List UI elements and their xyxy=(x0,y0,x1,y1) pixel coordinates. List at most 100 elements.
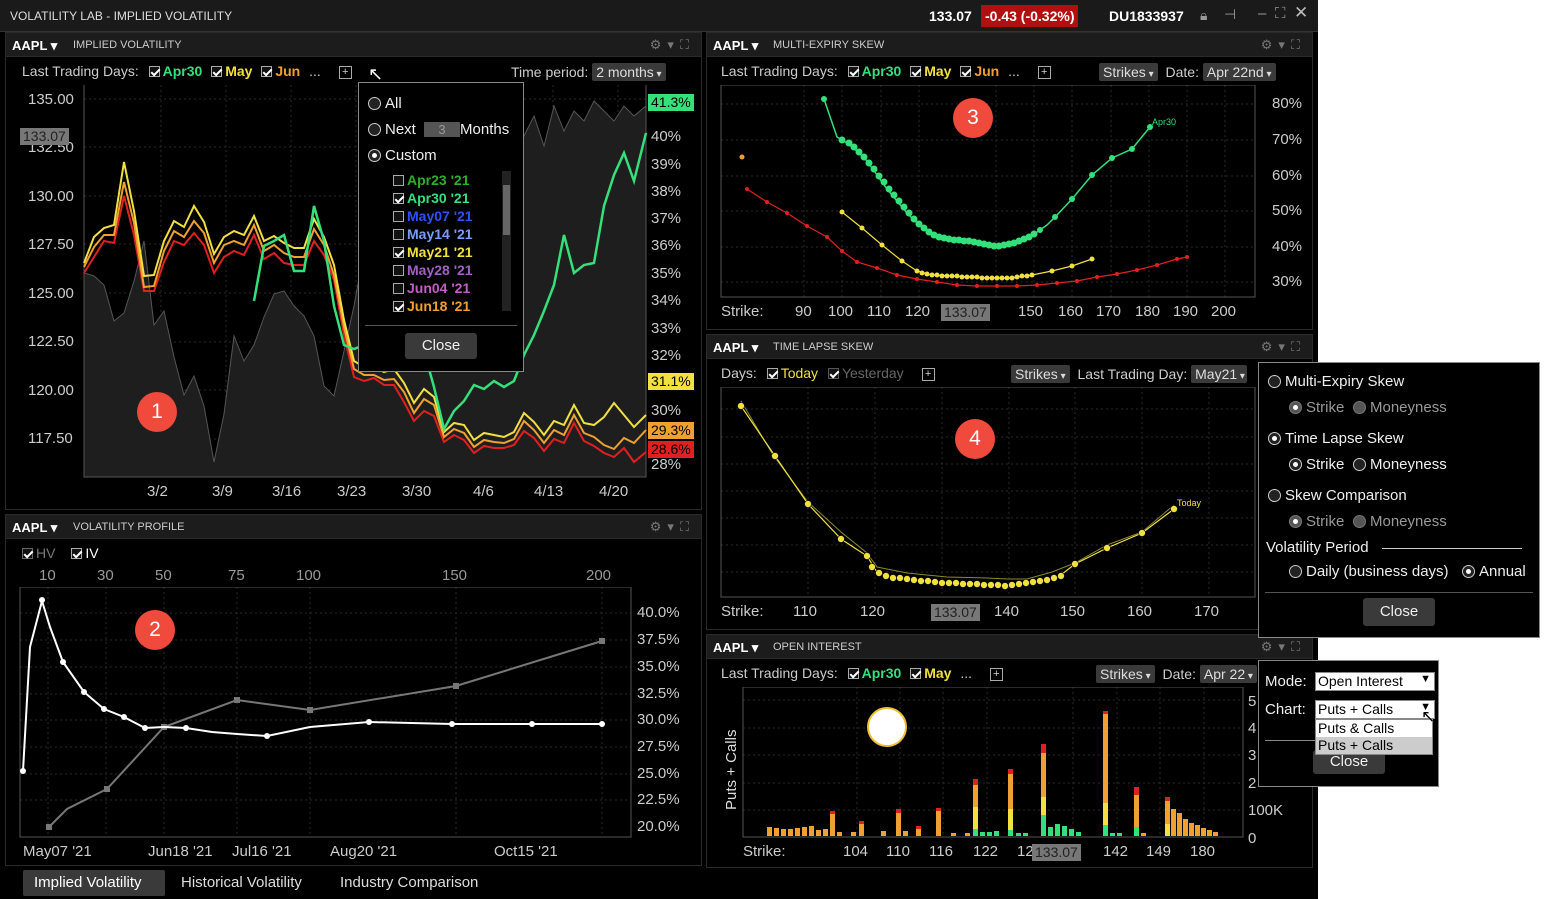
x-axis-tick: 180 xyxy=(1190,843,1216,860)
checkbox[interactable] xyxy=(148,66,160,77)
daily-option[interactable]: Daily (business days) xyxy=(1289,563,1449,580)
expiry-apr30[interactable]: Apr30 xyxy=(148,63,202,79)
option-multi-expiry-skew[interactable]: Multi-Expiry Skew xyxy=(1268,373,1404,390)
checkbox[interactable] xyxy=(211,66,223,77)
radio[interactable] xyxy=(368,123,381,136)
symbol-selector[interactable]: AAPL ▾ xyxy=(713,640,758,656)
tab-historical-volatility[interactable]: Historical Volatility xyxy=(181,874,302,891)
right-axis-tick: 4 xyxy=(1248,720,1257,737)
pin-icon[interactable]: ⊣ xyxy=(1224,6,1236,23)
open-interest-chart[interactable] xyxy=(707,687,1314,839)
top-axis-tick: 50 xyxy=(155,567,172,584)
panel-controls[interactable]: ⚙▾⛶ xyxy=(1261,639,1306,655)
expiry-jun[interactable]: Jun xyxy=(261,63,300,79)
hv-toggle[interactable]: HV xyxy=(22,545,55,561)
date-dropdown[interactable]: Apr 22 xyxy=(1199,665,1257,683)
months-stepper[interactable]: 3 xyxy=(424,122,461,137)
expiry-may[interactable]: May xyxy=(910,63,951,79)
timelapse-moneyness-option[interactable]: Moneyness xyxy=(1353,456,1447,473)
multi-strike-option[interactable]: Strike xyxy=(1289,399,1344,416)
more-expiries[interactable]: ... xyxy=(960,665,972,681)
option-skew-comparison[interactable]: Skew Comparison xyxy=(1268,487,1407,504)
time-period-dropdown[interactable]: 2 months xyxy=(592,63,666,81)
radio[interactable] xyxy=(1268,375,1281,388)
time-lapse-skew-chart[interactable] xyxy=(707,387,1314,607)
chart-select[interactable]: Puts + Calls ▼ xyxy=(1315,700,1435,719)
right-axis-tick: 2 xyxy=(1248,775,1257,792)
expiry-item[interactable]: May28 '21 xyxy=(393,261,473,279)
close-button[interactable]: Close xyxy=(1363,598,1435,626)
mode-select[interactable]: Open Interest ▼ xyxy=(1315,672,1435,691)
radio[interactable] xyxy=(368,149,381,162)
tab-implied-volatility[interactable]: Implied Volatility xyxy=(34,874,142,891)
x-axis-tick: 100 xyxy=(828,303,854,320)
date-dropdown[interactable]: Apr 22nd xyxy=(1202,63,1276,81)
tab-industry-comparison[interactable]: Industry Comparison xyxy=(340,874,478,891)
expiry-item[interactable]: Apr30 '21 xyxy=(393,189,473,207)
symbol-selector[interactable]: AAPL ▾ xyxy=(12,38,57,54)
expiry-may[interactable]: May xyxy=(910,665,951,681)
option-custom[interactable]: Custom xyxy=(368,147,437,164)
top-axis-tick: 30 xyxy=(97,567,114,584)
add-expiry-icon[interactable]: + xyxy=(338,66,352,79)
x-axis-tick: 160 xyxy=(1058,303,1084,320)
top-axis-tick: 150 xyxy=(442,567,468,584)
strikes-dropdown[interactable]: Strikes xyxy=(1011,365,1070,383)
close-icon[interactable]: ✕ xyxy=(1294,3,1308,23)
ltd-dropdown[interactable]: May21 xyxy=(1191,365,1247,383)
radio[interactable] xyxy=(368,97,381,110)
option-time-lapse-skew[interactable]: Time Lapse Skew xyxy=(1268,430,1404,447)
dropdown-option-selected[interactable]: Puts + Calls xyxy=(1316,737,1432,754)
add-expiry-icon[interactable]: + xyxy=(989,668,1003,681)
volatility-profile-chart[interactable] xyxy=(6,587,703,839)
expiry-item[interactable]: Jun04 '21 xyxy=(393,279,473,297)
today-toggle[interactable]: Today xyxy=(766,365,818,381)
option-next[interactable]: Next 3 Months xyxy=(368,121,509,138)
maximize-icon[interactable]: ⛶ xyxy=(1275,5,1286,22)
expiry-may[interactable]: May xyxy=(211,63,252,79)
expiry-item[interactable]: May07 '21 xyxy=(393,207,473,225)
more-expiries[interactable]: ... xyxy=(309,63,321,79)
dropdown-option[interactable]: Puts & Calls xyxy=(1316,720,1432,737)
ltd-toolbar: Last Trading Days: Apr30 May Jun ... + xyxy=(22,63,352,79)
expiry-apr30[interactable]: Apr30 xyxy=(847,665,901,681)
panel-controls[interactable]: ⚙▾⛶ xyxy=(650,37,695,53)
expiry-item[interactable]: May21 '21 xyxy=(393,243,473,261)
iv-tag-jun: 29.3% xyxy=(648,422,694,439)
symbol-selector[interactable]: AAPL ▾ xyxy=(713,38,758,54)
symbol-selector[interactable]: AAPL ▾ xyxy=(713,340,758,356)
add-day-icon[interactable]: + xyxy=(921,368,935,381)
panel-controls[interactable]: ⚙▾⛶ xyxy=(1261,37,1306,53)
yesterday-toggle[interactable]: Yesterday xyxy=(827,365,904,381)
lock-icon[interactable]: 🔒︎ xyxy=(1200,7,1207,24)
multi-moneyness-option[interactable]: Moneyness xyxy=(1353,399,1447,416)
annual-option[interactable]: Annual xyxy=(1462,563,1526,580)
expiry-item[interactable]: Apr23 '21 xyxy=(393,171,473,189)
multi-expiry-skew-chart[interactable] xyxy=(707,85,1314,305)
expiry-jun[interactable]: Jun xyxy=(960,63,999,79)
panel-controls[interactable]: ⚙▾⛶ xyxy=(650,519,695,535)
list-scrollbar[interactable] xyxy=(502,171,511,311)
expiry-item[interactable]: Jun18 '21 xyxy=(393,297,473,315)
strikes-dropdown[interactable]: Strikes xyxy=(1096,665,1155,683)
timelapse-strike-option[interactable]: Strike xyxy=(1289,456,1344,473)
comparison-moneyness-option[interactable]: Moneyness xyxy=(1353,513,1447,530)
comparison-strike-option[interactable]: Strike xyxy=(1289,513,1344,530)
option-all[interactable]: All xyxy=(368,95,402,112)
x-axis-tick: 4/20 xyxy=(599,483,629,500)
checkbox[interactable] xyxy=(261,66,273,77)
radio[interactable] xyxy=(1268,489,1281,502)
iv-chart[interactable] xyxy=(6,85,703,485)
minimize-icon[interactable]: – xyxy=(1258,5,1266,22)
iv-toggle[interactable]: IV xyxy=(71,545,99,561)
scrollbar-thumb[interactable] xyxy=(503,185,510,235)
expiry-item[interactable]: May14 '21 xyxy=(393,225,473,243)
strikes-dropdown[interactable]: Strikes xyxy=(1099,63,1158,81)
radio[interactable] xyxy=(1268,432,1281,445)
more-expiries[interactable]: ... xyxy=(1008,63,1020,79)
symbol-selector[interactable]: AAPL ▾ xyxy=(12,520,57,536)
expiry-apr30[interactable]: Apr30 xyxy=(847,63,901,79)
close-button[interactable]: Close xyxy=(405,333,477,359)
panel-controls[interactable]: ⚙▾⛶ xyxy=(1261,339,1306,355)
add-expiry-icon[interactable]: + xyxy=(1037,66,1051,79)
